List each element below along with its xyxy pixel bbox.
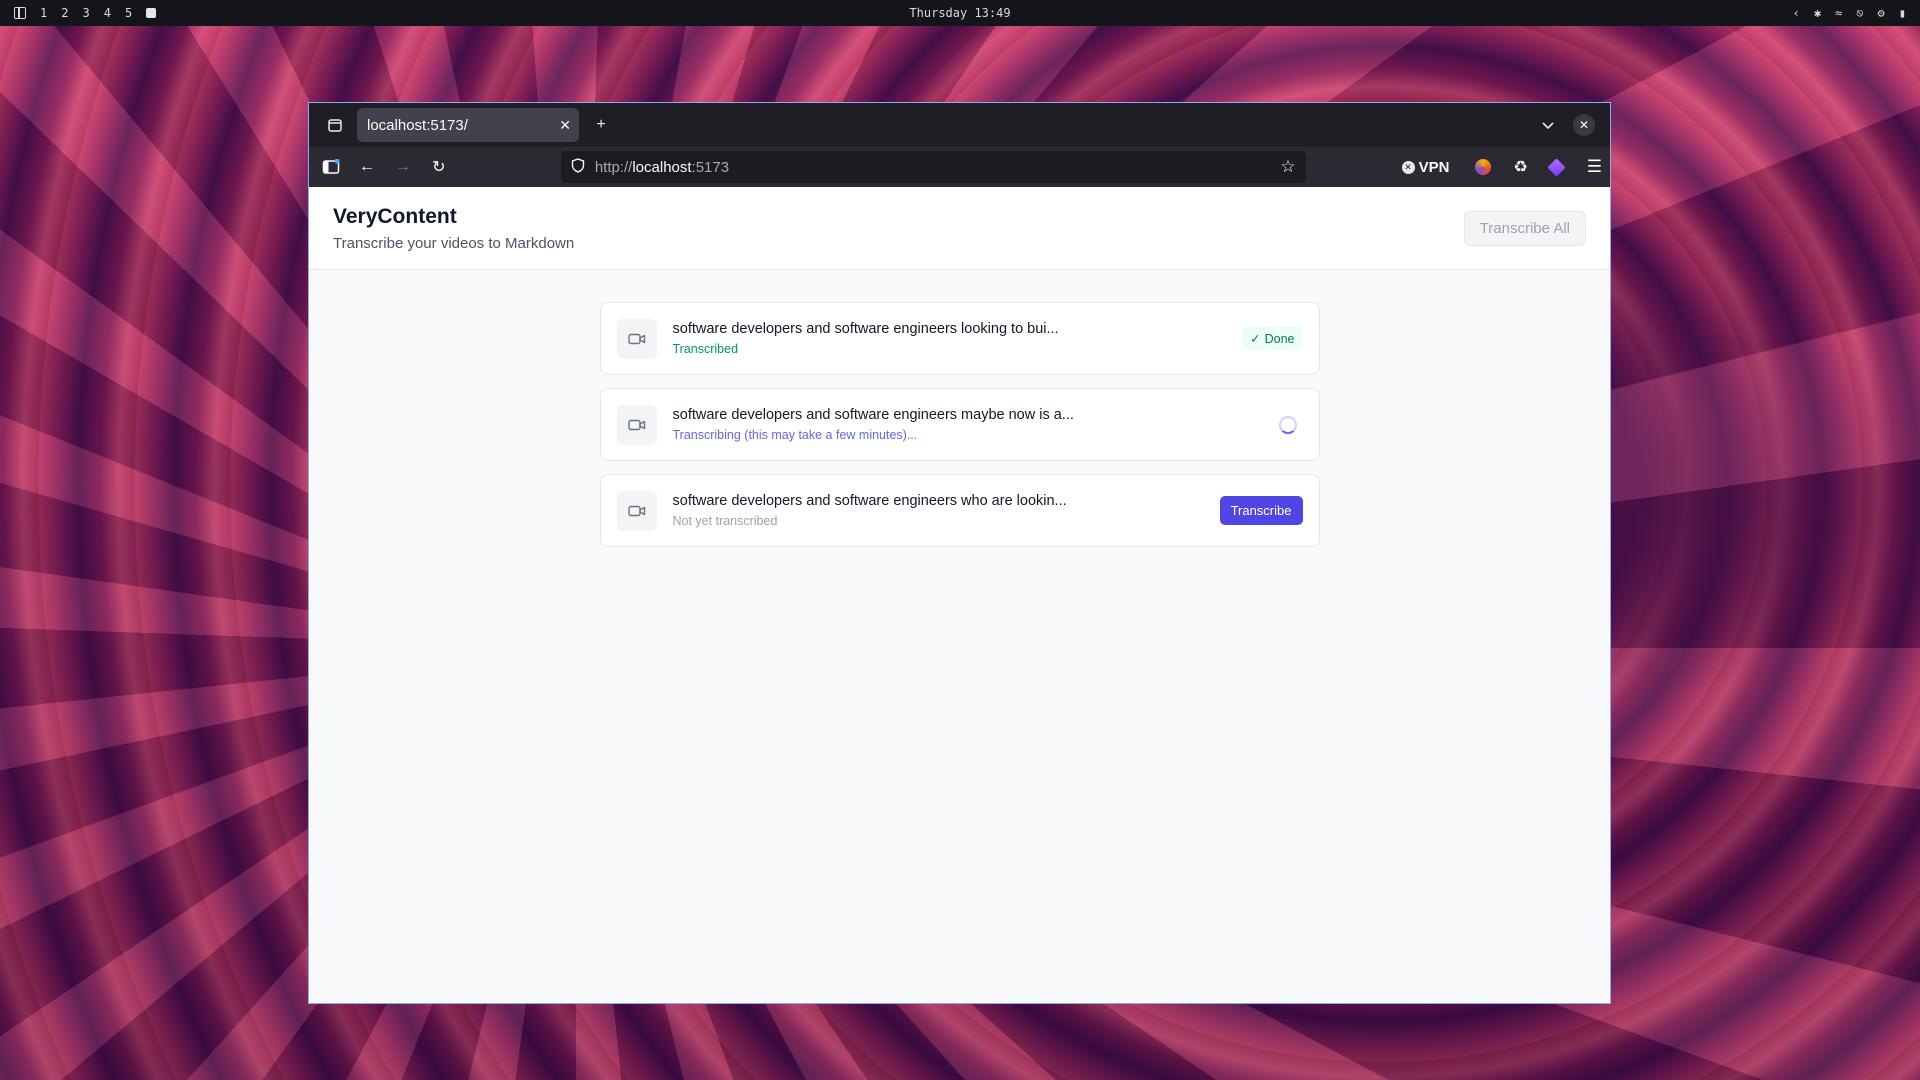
app-header: VeryContent Transcribe your videos to Ma…: [309, 187, 1610, 270]
transcribe-button[interactable]: Transcribe: [1219, 496, 1303, 525]
settings-icon[interactable]: ⚙: [1878, 6, 1885, 20]
extension-diamond-icon[interactable]: [1547, 157, 1566, 177]
headphones-icon[interactable]: ⎋: [1856, 6, 1863, 20]
active-workspace-indicator-icon: [146, 8, 157, 18]
url-host: localhost: [632, 158, 692, 176]
app-subtitle: Transcribe your videos to Markdown: [333, 234, 575, 252]
page-content: VeryContent Transcribe your videos to Ma…: [309, 187, 1610, 1003]
workspace-4[interactable]: 4: [104, 6, 111, 20]
workspace-switcher: 1 2 3 4 5: [14, 6, 157, 20]
address-bar[interactable]: http://localhost:5173 ☆: [560, 151, 1306, 183]
clock: Thursday 13:49: [909, 6, 1011, 20]
profile-icon[interactable]: [1475, 159, 1492, 175]
navigation-toolbar: ← → ↻ http://localhost:5173 ☆ ✕ VPN ♻ ☰: [309, 147, 1610, 187]
video-title: software developers and software enginee…: [672, 407, 1074, 423]
checkmark-icon: ✓: [1250, 332, 1261, 346]
browser-window: localhost:5173/ ✕ + ✕ ← → ↻ http://local…: [308, 102, 1611, 1004]
workspace-1[interactable]: 1: [40, 6, 47, 20]
video-title: software developers and software enginee…: [672, 493, 1067, 509]
video-item: software developers and software enginee…: [599, 474, 1320, 547]
tab-title: localhost:5173/: [367, 116, 468, 134]
tab-list-chevron-down-icon[interactable]: [1534, 111, 1562, 139]
vpn-button[interactable]: ✕ VPN: [1401, 158, 1450, 176]
extensions-puzzle-icon[interactable]: ♻: [1513, 157, 1527, 177]
tab-bar: localhost:5173/ ✕ + ✕: [309, 103, 1610, 147]
url-text[interactable]: http://localhost:5173: [595, 159, 1271, 176]
battery-icon[interactable]: ▮: [1899, 6, 1906, 20]
chevron-left-icon[interactable]: ‹: [1793, 6, 1800, 20]
forward-arrow-icon[interactable]: →: [389, 153, 417, 181]
tab-localhost[interactable]: localhost:5173/ ✕: [357, 108, 579, 142]
done-badge-label: Done: [1264, 331, 1295, 346]
video-status: Transcribing (this may take a few minute…: [672, 428, 918, 442]
tab-overview-icon[interactable]: [321, 111, 349, 139]
window-close-wrapper: ✕: [1570, 111, 1598, 139]
wifi-icon[interactable]: ≈: [1835, 6, 1842, 20]
workspace-5[interactable]: 5: [125, 6, 132, 20]
video-title: software developers and software enginee…: [672, 321, 1059, 337]
url-port: :5173: [691, 158, 730, 176]
video-list: software developers and software enginee…: [599, 302, 1320, 547]
video-item: software developers and software enginee…: [599, 302, 1320, 375]
vpn-label: VPN: [1418, 158, 1450, 176]
transcribe-all-button[interactable]: Transcribe All: [1463, 210, 1586, 246]
layout-icon[interactable]: [14, 7, 26, 19]
bluetooth-icon[interactable]: ✱: [1814, 6, 1821, 20]
video-status: Transcribed: [672, 342, 739, 356]
back-arrow-icon[interactable]: ←: [353, 153, 381, 181]
video-status: Not yet transcribed: [672, 514, 778, 528]
menu-hamburger-icon[interactable]: ☰: [1587, 157, 1602, 177]
app-title: VeryContent: [333, 204, 457, 228]
done-badge: ✓ Done: [1242, 327, 1303, 350]
video-item: software developers and software enginee…: [599, 388, 1320, 461]
bookmark-star-icon[interactable]: ☆: [1280, 157, 1295, 177]
window-close-icon[interactable]: ✕: [1573, 114, 1595, 136]
workspace-2[interactable]: 2: [61, 6, 68, 20]
toolbar-right-group: ✕ VPN ♻ ☰: [1401, 157, 1602, 177]
loading-spinner-icon: [1278, 415, 1297, 434]
system-top-bar: 1 2 3 4 5 Thursday 13:49 ‹ ✱ ≈ ⎋ ⚙ ▮: [0, 0, 1920, 26]
sidebar-icon[interactable]: [317, 153, 345, 181]
video-camera-icon: [616, 404, 657, 445]
shield-icon[interactable]: [571, 157, 585, 177]
vpn-off-icon: ✕: [1401, 160, 1415, 174]
new-tab-icon[interactable]: +: [587, 111, 615, 139]
system-tray: ‹ ✱ ≈ ⎋ ⚙ ▮: [1793, 6, 1906, 20]
video-camera-icon: [616, 490, 657, 531]
tab-close-icon[interactable]: ✕: [559, 117, 571, 134]
reload-icon[interactable]: ↻: [425, 153, 453, 181]
workspace-3[interactable]: 3: [82, 6, 89, 20]
url-scheme: http://: [594, 158, 633, 176]
video-camera-icon: [616, 318, 657, 359]
